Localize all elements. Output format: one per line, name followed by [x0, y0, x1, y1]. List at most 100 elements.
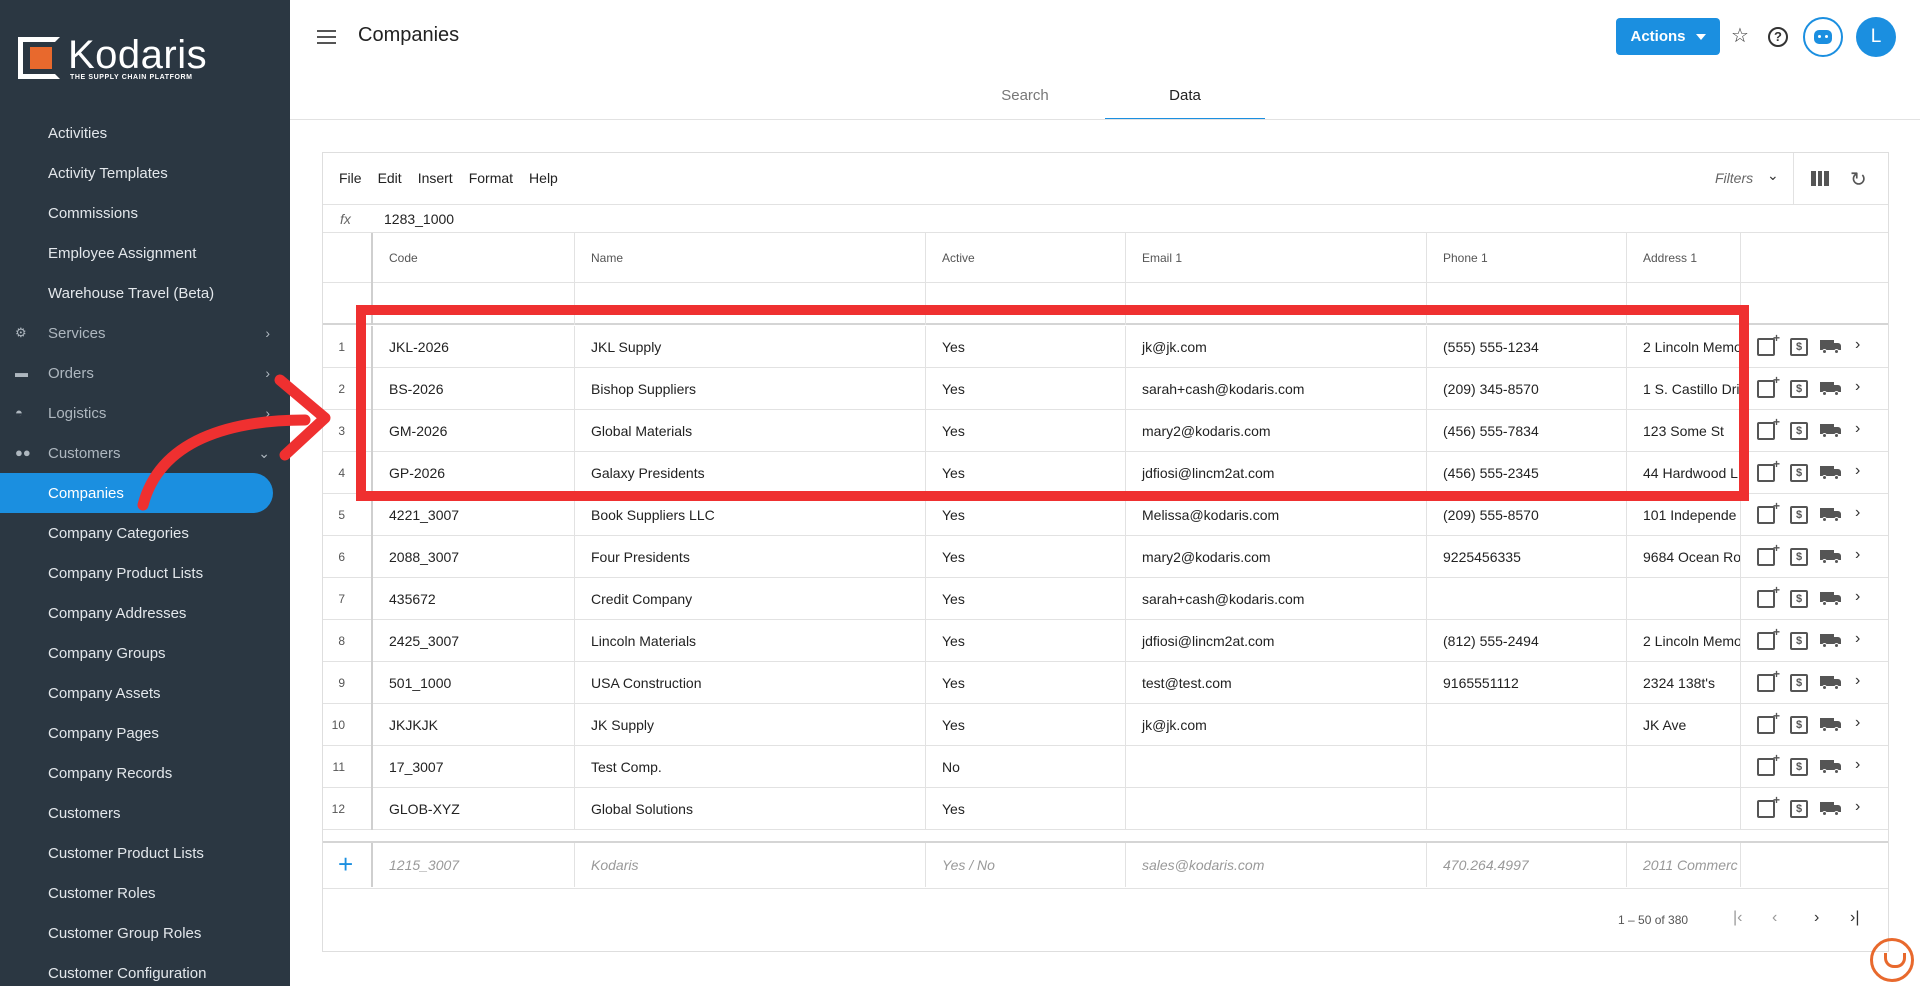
- chevron-right-icon[interactable]: ›: [1855, 420, 1867, 438]
- billing-icon[interactable]: $: [1790, 800, 1808, 818]
- cell-name[interactable]: Lincoln Materials: [575, 620, 926, 662]
- chevron-right-icon[interactable]: ›: [1855, 336, 1867, 354]
- chevron-right-icon[interactable]: ›: [1855, 588, 1867, 606]
- add-note-icon[interactable]: [1757, 751, 1780, 776]
- add-row-icon[interactable]: +: [338, 849, 353, 879]
- cell-address-1[interactable]: 2 Lincoln Memo: [1627, 620, 1741, 662]
- sidebar-item-services[interactable]: ⚙ Services ›: [0, 313, 290, 353]
- cell-active[interactable]: Yes: [926, 788, 1126, 830]
- billing-icon[interactable]: $: [1790, 590, 1808, 608]
- actions-button[interactable]: Actions: [1616, 18, 1720, 55]
- sidebar-item-customers[interactable]: ●● Customers ⌄: [0, 433, 290, 473]
- column-header-name[interactable]: Name: [575, 233, 926, 283]
- cell-active[interactable]: Yes: [926, 620, 1126, 662]
- cell-code[interactable]: 435672: [373, 578, 575, 620]
- star-icon[interactable]: ☆: [1728, 24, 1752, 48]
- sidebar-item-company-records[interactable]: Company Records: [0, 753, 290, 793]
- table-row[interactable]: 8 2425_3007 Lincoln Materials Yes jdfiosi@li…: [323, 620, 1888, 662]
- cell-active[interactable]: Yes: [926, 578, 1126, 620]
- shipping-truck-icon[interactable]: [1820, 508, 1842, 522]
- cell-address-1[interactable]: [1627, 788, 1741, 830]
- formula-input[interactable]: 1283_1000: [384, 211, 454, 227]
- menu-toggle-icon[interactable]: [317, 30, 336, 44]
- sidebar-item-activity-templates[interactable]: Activity Templates: [0, 153, 290, 193]
- sidebar-item-company-assets[interactable]: Company Assets: [0, 673, 290, 713]
- chevron-right-icon[interactable]: ›: [1855, 378, 1867, 396]
- chevron-right-icon[interactable]: ›: [1855, 756, 1867, 774]
- billing-icon[interactable]: $: [1790, 674, 1808, 692]
- new-row-placeholder-phone-1[interactable]: 470.264.4997: [1427, 843, 1627, 887]
- cell-email-1[interactable]: [1126, 788, 1427, 830]
- chevron-right-icon[interactable]: ›: [1855, 462, 1867, 480]
- cell-name[interactable]: Credit Company: [575, 578, 926, 620]
- billing-icon[interactable]: $: [1790, 758, 1808, 776]
- cell-active[interactable]: Yes: [926, 662, 1126, 704]
- sidebar-item-company-groups[interactable]: Company Groups: [0, 633, 290, 673]
- add-note-icon[interactable]: [1757, 583, 1780, 608]
- cell-email-1[interactable]: mary2@kodaris.com: [1126, 536, 1427, 578]
- cell-name[interactable]: JK Supply: [575, 704, 926, 746]
- cell-email-1[interactable]: jdfiosi@lincm2at.com: [1126, 620, 1427, 662]
- cell-name[interactable]: USA Construction: [575, 662, 926, 704]
- new-row-placeholder-active[interactable]: Yes / No: [926, 843, 1126, 887]
- help-icon[interactable]: ?: [1768, 27, 1788, 47]
- cell-address-1[interactable]: [1627, 746, 1741, 788]
- chevron-right-icon[interactable]: ›: [1855, 672, 1867, 690]
- add-note-icon[interactable]: [1757, 499, 1780, 524]
- billing-icon[interactable]: $: [1790, 506, 1808, 524]
- shipping-truck-icon[interactable]: [1820, 382, 1842, 396]
- billing-icon[interactable]: $: [1790, 338, 1808, 356]
- table-row[interactable]: 1117_3007Test Comp.No $ ›: [323, 746, 1888, 788]
- shipping-truck-icon[interactable]: [1820, 760, 1842, 774]
- billing-icon[interactable]: $: [1790, 548, 1808, 566]
- cell-active[interactable]: Yes: [926, 536, 1126, 578]
- assistant-bot-icon[interactable]: [1803, 17, 1843, 57]
- table-row[interactable]: 9 501_1000 USA Construction Yes test@test.co…: [323, 662, 1888, 704]
- add-note-icon[interactable]: [1757, 415, 1780, 440]
- chevron-right-icon[interactable]: ›: [1855, 798, 1867, 816]
- cell-phone-1[interactable]: 9165551112: [1427, 662, 1627, 704]
- shipping-truck-icon[interactable]: [1820, 466, 1842, 480]
- cell-email-1[interactable]: [1126, 746, 1427, 788]
- sidebar-item-customer-group-roles[interactable]: Customer Group Roles: [0, 913, 290, 953]
- sidebar-item-company-categories[interactable]: Company Categories: [0, 513, 290, 553]
- table-row[interactable]: 12GLOB-XYZGlobal SolutionsYes $ ›: [323, 788, 1888, 830]
- cell-code[interactable]: JKJKJK: [373, 704, 575, 746]
- cell-code[interactable]: GLOB-XYZ: [373, 788, 575, 830]
- new-row-placeholder-address-1[interactable]: 2011 Commerc: [1627, 843, 1741, 887]
- sidebar-item-orders[interactable]: ▬ Orders ›: [0, 353, 290, 393]
- sidebar-item-customers[interactable]: Customers: [0, 793, 290, 833]
- billing-icon[interactable]: $: [1790, 422, 1808, 440]
- menu-file[interactable]: File: [339, 170, 362, 186]
- cell-address-1[interactable]: 2324 138t's: [1627, 662, 1741, 704]
- columns-icon[interactable]: [1811, 171, 1830, 186]
- first-page-icon[interactable]: |‹: [1733, 909, 1742, 927]
- add-note-icon[interactable]: [1757, 331, 1780, 356]
- cell-name[interactable]: Four Presidents: [575, 536, 926, 578]
- kodaris-logo[interactable]: Kodaris THE SUPPLY CHAIN PLATFORM: [18, 35, 207, 81]
- cell-phone-1[interactable]: (812) 555-2494: [1427, 620, 1627, 662]
- column-header-code[interactable]: Code: [373, 233, 575, 283]
- add-note-icon[interactable]: [1757, 541, 1780, 566]
- shipping-truck-icon[interactable]: [1820, 634, 1842, 648]
- chat-support-icon[interactable]: [1870, 938, 1914, 982]
- cell-code[interactable]: 2088_3007: [373, 536, 575, 578]
- cell-phone-1[interactable]: 9225456335: [1427, 536, 1627, 578]
- cell-email-1[interactable]: sarah+cash@kodaris.com: [1126, 578, 1427, 620]
- sidebar-item-company-pages[interactable]: Company Pages: [0, 713, 290, 753]
- add-note-icon[interactable]: [1757, 373, 1780, 398]
- cell-address-1[interactable]: JK Ave: [1627, 704, 1741, 746]
- chevron-right-icon[interactable]: ›: [1855, 546, 1867, 564]
- menu-edit[interactable]: Edit: [378, 170, 402, 186]
- shipping-truck-icon[interactable]: [1820, 718, 1842, 732]
- sidebar-item-customer-configuration[interactable]: Customer Configuration: [0, 953, 290, 986]
- new-row-placeholder-name[interactable]: Kodaris: [575, 843, 926, 887]
- sidebar-item-activities[interactable]: Activities: [0, 113, 290, 153]
- cell-code[interactable]: 2425_3007: [373, 620, 575, 662]
- cell-address-1[interactable]: 9684 Ocean Ro: [1627, 536, 1741, 578]
- add-note-icon[interactable]: [1757, 667, 1780, 692]
- sidebar-item-warehouse-travel-beta[interactable]: Warehouse Travel (Beta): [0, 273, 290, 313]
- chevron-right-icon[interactable]: ›: [1855, 630, 1867, 648]
- cell-name[interactable]: Global Solutions: [575, 788, 926, 830]
- cell-phone-1[interactable]: [1427, 788, 1627, 830]
